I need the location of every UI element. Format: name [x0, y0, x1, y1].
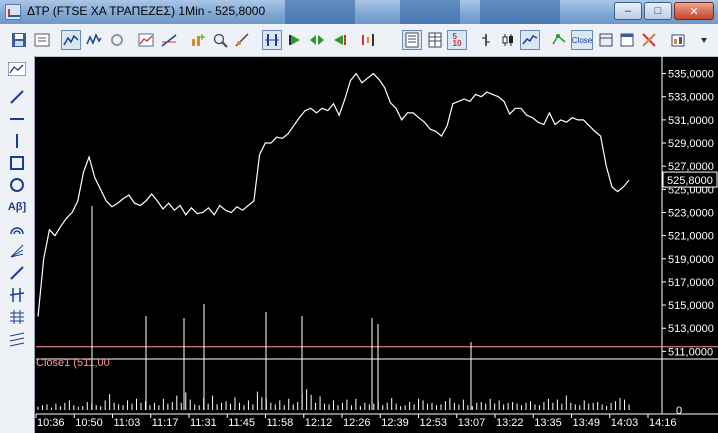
line-chart-icon[interactable] — [61, 30, 81, 50]
trendline-icon[interactable] — [159, 30, 179, 50]
scale-icon[interactable]: 5 10 — [447, 30, 467, 50]
background-window — [480, 0, 560, 24]
cursor-icon[interactable] — [7, 60, 27, 78]
price-tick-label: 531,0000 — [668, 115, 714, 127]
price-tick-label: 517,0000 — [668, 277, 714, 289]
bar-style-icon[interactable] — [476, 30, 496, 50]
fit-icon[interactable] — [262, 30, 282, 50]
time-tick-label: 11:03 — [114, 417, 141, 429]
save-icon[interactable] — [9, 30, 29, 50]
time-tick-label: 14:16 — [649, 417, 677, 429]
price-tick-label: 513,0000 — [668, 323, 714, 335]
overflow-icon[interactable] — [694, 30, 714, 50]
price-tick-label: 521,0000 — [668, 231, 714, 243]
line-icon[interactable] — [7, 88, 27, 106]
text-tool-label: Aβ] — [7, 201, 27, 213]
window-title: ΔΤΡ (FTSE ΧΑ ΤΡΑΠΕΖΕΣ) 1Min - 525,8000 — [27, 4, 266, 18]
time-tick-label: 13:07 — [458, 417, 486, 429]
price-tick-label: 533,0000 — [668, 92, 714, 104]
chart-canvas[interactable]: 535,0000 533,0000 531,0000 529,0000 527,0000… — [34, 56, 718, 433]
time-tick-label: 10:36 — [37, 417, 65, 429]
price-tick-label: 515,0000 — [668, 300, 714, 312]
line-style-icon[interactable] — [520, 30, 540, 50]
window-icon[interactable] — [617, 30, 637, 50]
price-tick-label: 519,0000 — [668, 254, 714, 266]
print-preview-icon[interactable] — [32, 30, 52, 50]
time-tick-label: 13:49 — [573, 417, 601, 429]
time-tick-label: 11:58 — [267, 417, 294, 429]
layout-icon[interactable] — [596, 30, 616, 50]
price-tick-label: 527,0000 — [668, 161, 714, 173]
price-tick-label: 529,0000 — [668, 138, 714, 150]
point-figure-icon[interactable] — [549, 30, 569, 50]
zoom-in-icon[interactable] — [210, 30, 230, 50]
vertical-line-icon[interactable] — [7, 132, 27, 150]
horizontal-line-icon[interactable] — [7, 110, 27, 128]
study-label: Close1 (511,00 — [36, 357, 110, 369]
time-tick-label: 11:17 — [152, 417, 179, 429]
text-icon[interactable]: Aβ] — [7, 198, 27, 216]
time-tick-label: 14:03 — [611, 417, 639, 429]
time-tick-label: 12:53 — [420, 417, 448, 429]
price-tick-label: 511,0000 — [668, 346, 713, 358]
fan-icon[interactable] — [7, 242, 27, 260]
ellipse-icon[interactable] — [7, 176, 27, 194]
minimize-button[interactable]: – — [614, 2, 642, 20]
regression-icon[interactable] — [7, 330, 27, 348]
time-tick-label: 12:12 — [305, 417, 333, 429]
properties-icon[interactable] — [358, 30, 378, 50]
time-tick-label: 11:31 — [190, 417, 217, 429]
time-tick-label: 12:26 — [343, 417, 371, 429]
add-symbol-icon[interactable] — [188, 30, 208, 50]
close-line-label: Close — [571, 35, 593, 45]
scale-label: 5 10 — [452, 32, 462, 48]
app-icon — [5, 4, 21, 20]
background-window — [400, 0, 460, 24]
bar-chart-icon[interactable] — [84, 30, 104, 50]
drawing-tools-palette: Aβ] — [0, 56, 35, 433]
title-bar[interactable]: ΔΤΡ (FTSE ΧΑ ΤΡΑΠΕΖΕΣ) 1Min - 525,8000 –… — [0, 0, 718, 24]
gann-icon[interactable] — [7, 308, 27, 326]
close-line-icon[interactable]: Close — [571, 30, 593, 50]
background-window — [285, 0, 355, 24]
close-button[interactable]: ✕ — [674, 2, 714, 20]
price-line — [37, 72, 630, 317]
tools-icon[interactable] — [639, 30, 659, 50]
scroll-start-icon[interactable] — [285, 30, 305, 50]
time-tick-label: 10:50 — [75, 417, 103, 429]
candle-style-icon[interactable] — [498, 30, 518, 50]
time-tick-label: 11:45 — [228, 417, 255, 429]
rectangle-icon[interactable] — [7, 154, 27, 172]
price-tick-label: 535,0000 — [668, 69, 714, 81]
time-tick-label: 12:39 — [381, 417, 409, 429]
export-icon[interactable] — [668, 30, 688, 50]
scroll-left-icon[interactable] — [307, 30, 327, 50]
time-tick-label: 13:22 — [496, 417, 524, 429]
log-scale-icon[interactable] — [402, 30, 422, 50]
scroll-right-icon[interactable] — [329, 30, 349, 50]
volume-tick-label: 0 — [676, 405, 682, 417]
price-tick-label: 523,0000 — [668, 207, 714, 219]
arc-icon[interactable] — [7, 220, 27, 238]
fibonacci-icon[interactable] — [7, 286, 27, 304]
main-toolbar: 5 10 Close — [0, 24, 718, 57]
channel-icon[interactable] — [7, 264, 27, 282]
chart-area[interactable]: 535,0000 533,0000 531,0000 529,0000 527,0000… — [34, 56, 718, 433]
indicator-icon[interactable] — [136, 30, 156, 50]
refresh-icon[interactable] — [107, 30, 127, 50]
grid-icon[interactable] — [425, 30, 445, 50]
chart-window: ΔΤΡ (FTSE ΧΑ ΤΡΑΠΕΖΕΣ) 1Min - 525,8000 –… — [0, 0, 718, 433]
maximize-button[interactable]: □ — [644, 2, 672, 20]
zoom-out-icon[interactable] — [232, 30, 252, 50]
last-price-label: 525,8000 — [667, 175, 713, 187]
time-tick-label: 13:35 — [534, 417, 562, 429]
